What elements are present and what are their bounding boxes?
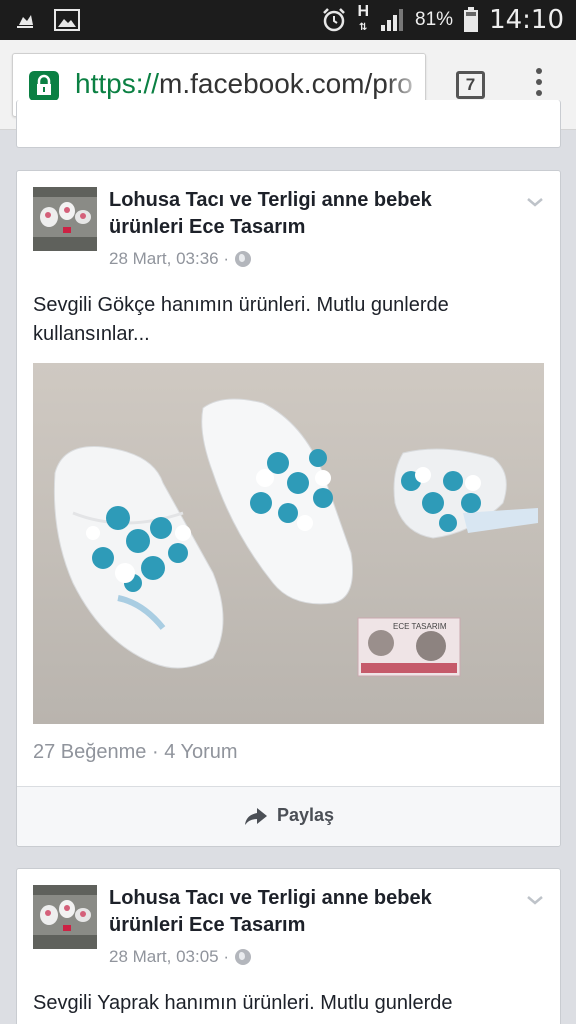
previous-post-card — [16, 100, 561, 148]
page-avatar[interactable] — [33, 885, 97, 949]
post-text: Sevgili Yaprak hanımın ürünleri. Mutlu g… — [33, 992, 453, 1014]
status-bar: H ⇅ 81% 14:10 — [0, 0, 576, 40]
share-icon — [245, 807, 267, 825]
globe-icon — [235, 949, 252, 965]
post-text: Sevgili Gökçe hanımın ürünleri. Mutlu gu… — [33, 294, 449, 345]
post-timestamp[interactable]: 28 Mart, 03:05 · — [109, 947, 229, 967]
share-button[interactable]: Paylaş — [243, 805, 334, 826]
share-label: Paylaş — [277, 805, 335, 825]
battery-percent: 81% — [415, 9, 454, 30]
network-type: H ⇅ — [357, 3, 370, 34]
page-name-link[interactable]: Lohusa Tacı ve Terligi anne bebek ürünle… — [109, 885, 509, 939]
globe-icon — [235, 251, 252, 267]
post-action-bar: Paylaş — [17, 786, 560, 846]
tab-switcher-button[interactable]: 7 — [456, 71, 485, 99]
svg-text:ECE TASARIM: ECE TASARIM — [393, 622, 447, 631]
chevron-down-icon[interactable] — [526, 891, 544, 909]
notification-icon — [17, 15, 33, 28]
post-meta: 28 Mart, 03:36 · — [109, 249, 252, 269]
post-card: Lohusa Tacı ve Terligi anne bebek ürünle… — [16, 868, 561, 1024]
url-host: m.facebook.com/pro — [159, 68, 413, 99]
url-scheme: https:// — [75, 68, 160, 99]
post-meta: 28 Mart, 03:05 · — [109, 947, 252, 967]
post-card: Lohusa Tacı ve Terligi anne bebek ürünle… — [16, 170, 561, 847]
post-photo[interactable]: ECE TASARIM — [33, 363, 544, 724]
chevron-down-icon[interactable] — [526, 193, 544, 211]
signal-icon — [381, 9, 404, 31]
alarm-icon — [323, 8, 346, 32]
reaction-counts[interactable]: 27 Beğenme · 4 Yorum — [33, 741, 238, 764]
overflow-menu-icon[interactable] — [530, 68, 548, 102]
url-text[interactable]: https://m.facebook.com/pro — [75, 68, 413, 100]
page-name-link[interactable]: Lohusa Tacı ve Terligi anne bebek ürünle… — [109, 187, 509, 241]
clock: 14:10 — [489, 5, 564, 35]
image-icon — [54, 9, 80, 31]
post-timestamp[interactable]: 28 Mart, 03:36 · — [109, 249, 229, 269]
page-avatar[interactable] — [33, 187, 97, 251]
battery-icon — [464, 7, 479, 32]
lock-icon[interactable] — [29, 71, 59, 101]
